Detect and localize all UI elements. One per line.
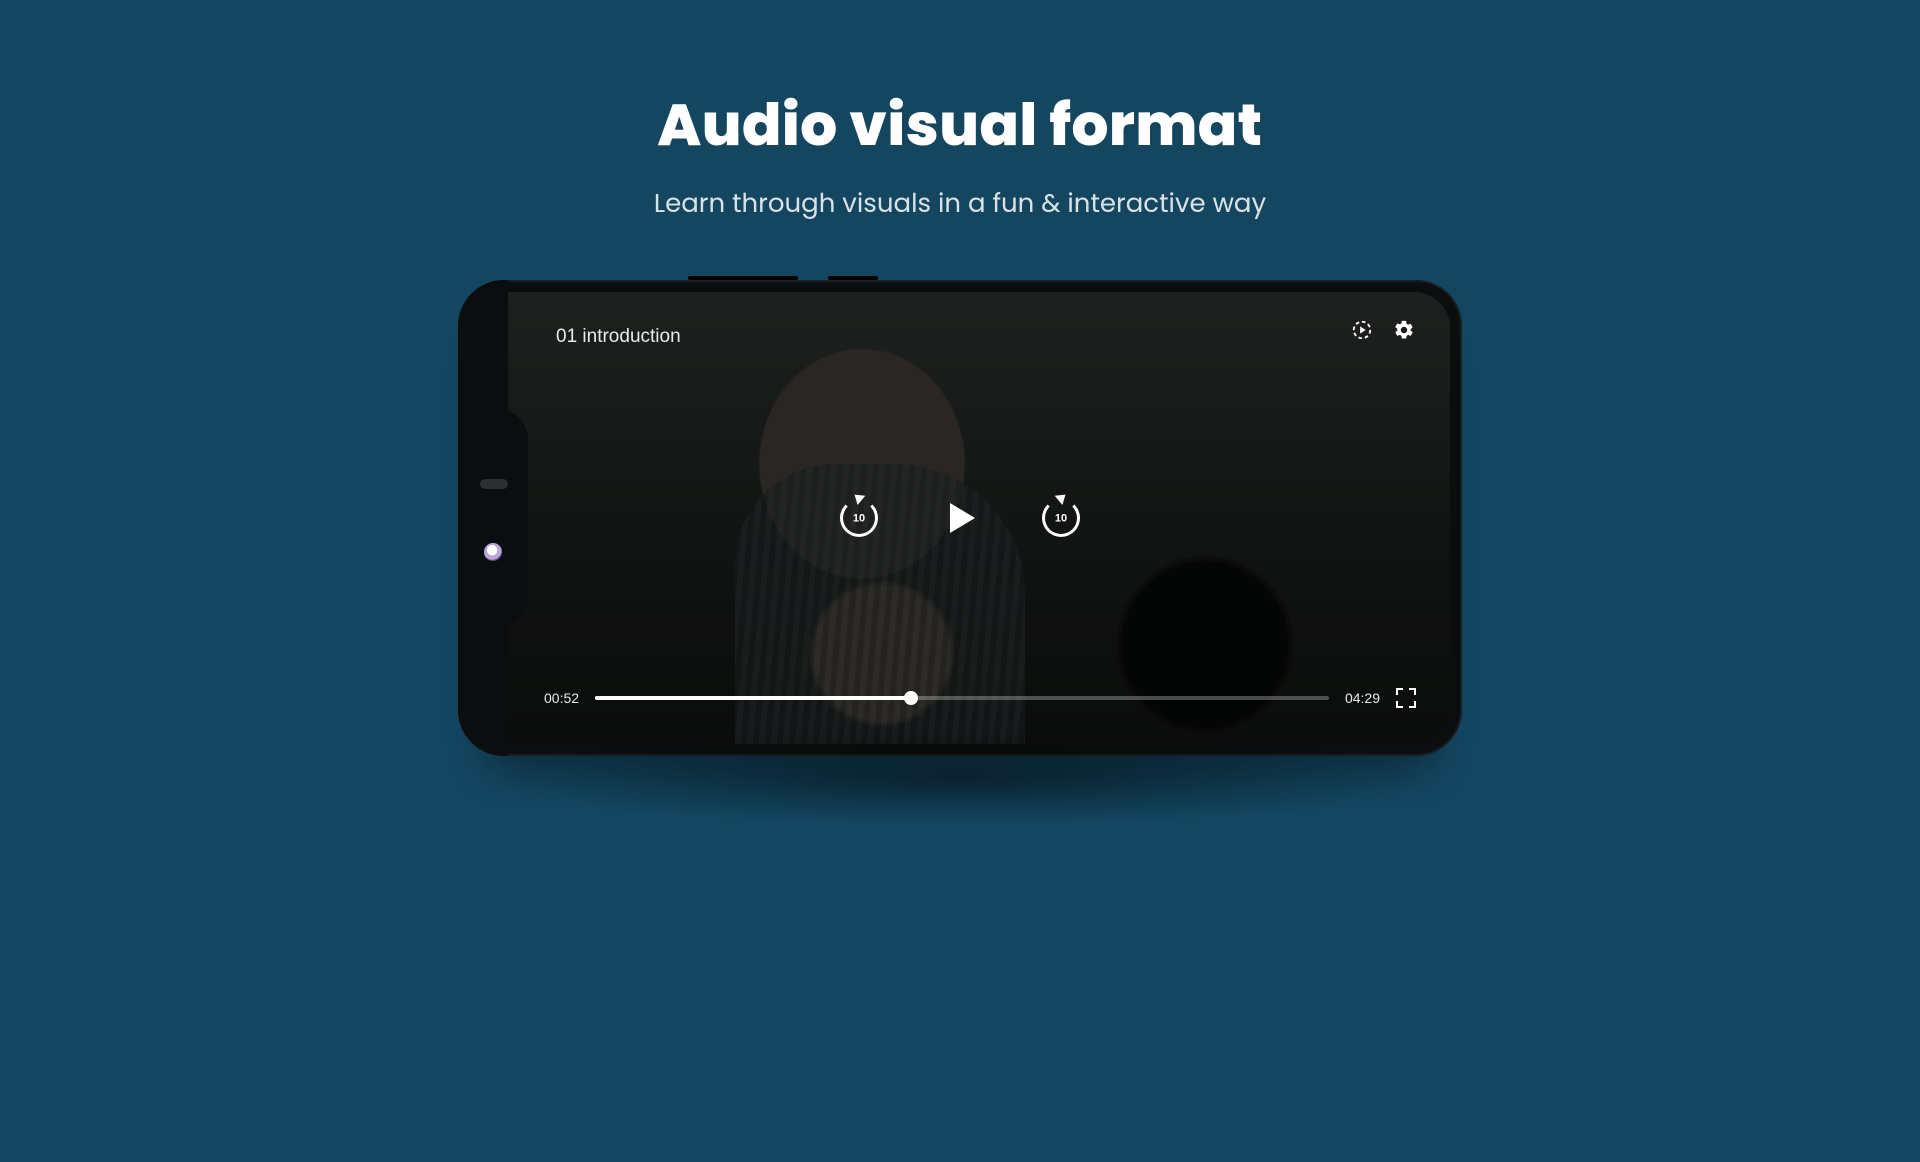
progress-bar[interactable] — [595, 696, 1329, 700]
fullscreen-button[interactable] — [1396, 688, 1416, 708]
settings-icon[interactable] — [1392, 318, 1416, 342]
elapsed-time: 00:52 — [544, 690, 579, 706]
seek-back-button[interactable]: 10 — [838, 497, 880, 539]
play-button[interactable] — [936, 494, 984, 542]
seek-seconds-label: 10 — [853, 513, 865, 525]
device-camera — [484, 543, 502, 561]
device-speaker — [480, 479, 508, 489]
progress-fill — [595, 696, 911, 700]
duration-time: 04:29 — [1345, 690, 1380, 706]
phone-mock: 01 introduction — [458, 280, 1462, 756]
progress-thumb[interactable] — [904, 691, 918, 705]
page-subtitle: Learn through visuals in a fun & interac… — [0, 185, 1920, 224]
quality-icon[interactable] — [1350, 318, 1374, 342]
page-title: Audio visual format — [0, 82, 1920, 169]
video-player: 01 introduction — [470, 292, 1450, 744]
seek-forward-button[interactable]: 10 — [1040, 497, 1082, 539]
lesson-title: 01 introduction — [556, 326, 681, 348]
device-notch — [470, 408, 528, 628]
seek-seconds-label: 10 — [1055, 513, 1067, 525]
